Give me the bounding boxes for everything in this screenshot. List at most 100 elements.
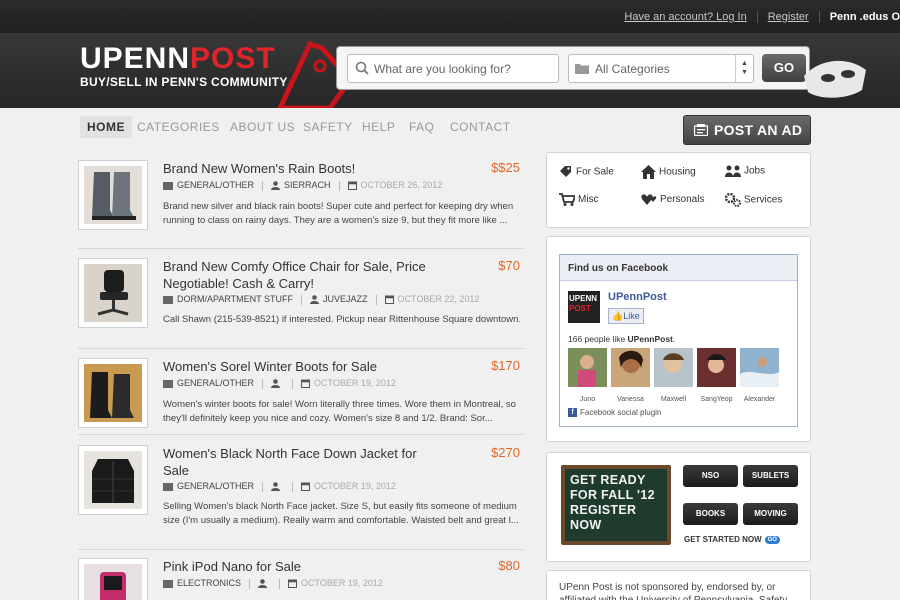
facebook-header: Find us on Facebook — [560, 255, 797, 281]
listing-thumbnail[interactable] — [78, 258, 148, 328]
category-select[interactable]: All Categories ▲ ▼ — [568, 54, 754, 83]
register-link[interactable]: Register — [768, 11, 809, 23]
moving-button[interactable]: MOVING — [743, 503, 798, 525]
category-services[interactable]: Services — [724, 192, 782, 207]
nav-home[interactable]: HOME — [80, 116, 132, 138]
divider — [292, 378, 294, 389]
nav-help[interactable]: HELP — [362, 116, 395, 138]
listing-thumbnail[interactable] — [78, 358, 148, 428]
listing-price: $270 — [491, 445, 520, 460]
category-misc[interactable]: Misc — [559, 193, 599, 206]
winter-boots-image — [84, 364, 142, 422]
hearts-icon — [641, 194, 657, 205]
listing-date: OCTOBER 22, 2012 — [397, 294, 480, 304]
avatar — [568, 348, 607, 387]
category-housing[interactable]: Housing — [641, 165, 696, 179]
site-logo[interactable]: UPENNPOST BUY/SELL IN PENN'S COMMUNITY — [80, 44, 288, 90]
category-jobs[interactable]: Jobs — [725, 165, 765, 177]
nav-categories[interactable]: CATEGORIES — [137, 116, 220, 138]
listing-title[interactable]: Pink iPod Nano for Sale — [163, 558, 443, 575]
facebook-icon: f — [568, 408, 577, 418]
like-count-suffix: . — [672, 334, 676, 344]
facebook-fan[interactable]: Maxwell — [654, 348, 693, 403]
like-count-text: 166 people like — [568, 334, 628, 344]
facebook-page-logo[interactable]: UPENN POST — [568, 291, 600, 323]
listing-item[interactable]: Women's Black North Face Down Jacket for… — [78, 445, 524, 550]
post-ad-button[interactable]: POST AN AD — [683, 115, 811, 145]
divider — [279, 578, 281, 589]
fan-name: SangYeop — [700, 396, 733, 403]
folder-icon — [575, 64, 589, 74]
top-bar: Have an account? Log In Register Penn .edu… — [0, 0, 900, 34]
facebook-fan[interactable]: SangYeop — [697, 348, 736, 403]
sublets-button[interactable]: SUBLETS — [743, 465, 798, 487]
nav-contact[interactable]: CONTACT — [450, 116, 511, 138]
category-personals[interactable]: Personals — [641, 193, 704, 206]
plugin-label: Facebook social plugin — [580, 408, 662, 417]
listing-price: $$25 — [491, 160, 520, 175]
ipod-nano-image — [84, 564, 142, 600]
calendar-icon — [301, 482, 311, 492]
category-for-sale[interactable]: For Sale — [559, 165, 614, 179]
fan-name: Maxwell — [660, 396, 687, 403]
facebook-fan[interactable]: Alexander — [740, 348, 779, 403]
chalk-line: REGISTER — [570, 503, 637, 517]
listing-category[interactable]: GENERAL/OTHER — [177, 180, 254, 190]
listing-title[interactable]: Brand New Comfy Office Chair for Sale, P… — [163, 258, 443, 292]
listing-category[interactable]: GENERAL/OTHER — [177, 481, 254, 491]
listing-item[interactable]: Brand New Women's Rain Boots! $$25 GENER… — [78, 160, 524, 249]
people-icon — [725, 165, 741, 177]
listing-title[interactable]: Women's Sorel Winter Boots for Sale — [163, 358, 443, 375]
chalkboard-banner[interactable]: GET READY FOR FALL '12 REGISTER NOW — [561, 465, 671, 545]
books-button[interactable]: BOOKS — [683, 503, 738, 525]
nav-safety[interactable]: SAFETY — [303, 116, 353, 138]
facebook-social-plugin[interactable]: f Facebook social plugin — [568, 408, 662, 418]
cart-icon — [559, 193, 577, 206]
listing-price: $70 — [498, 258, 520, 273]
listing-user[interactable]: SIERRACH — [284, 180, 331, 190]
account-prompt: Have an account? — [624, 11, 717, 23]
listing-category[interactable]: ELECTRONICS — [177, 578, 241, 588]
listing-user[interactable]: JUVEJAZZ — [323, 294, 368, 304]
category-label: Jobs — [744, 165, 766, 177]
listing-thumbnail[interactable] — [78, 445, 148, 515]
nso-button[interactable]: NSO — [683, 465, 738, 487]
nav-about-us[interactable]: ABOUT US — [230, 116, 295, 138]
category-label: For Sale — [576, 166, 614, 178]
category-label: Personals — [660, 194, 705, 206]
search-input[interactable]: What are you looking for? — [347, 54, 559, 83]
facebook-page-name[interactable]: UPennPost — [608, 291, 667, 303]
facebook-fan[interactable]: Vanessa — [611, 348, 650, 403]
listing-thumbnail[interactable] — [78, 558, 148, 600]
house-icon — [641, 165, 656, 179]
avatar — [654, 348, 693, 387]
listing-title[interactable]: Brand New Women's Rain Boots! — [163, 160, 443, 177]
gears-icon — [724, 192, 741, 207]
chalk-line: NOW — [570, 518, 602, 532]
listing-meta: ELECTRONICS OCTOBER 19, 2012 — [163, 578, 383, 589]
disclaimer-box: UPenn Post is not sponsored by, endorsed… — [546, 570, 811, 600]
account-links: Have an account? Log In Register Penn .edu… — [624, 11, 900, 24]
listing-description: Selling Women's black North Face jacket.… — [163, 501, 519, 526]
folder-icon — [163, 181, 173, 190]
listing-item[interactable]: Women's Sorel Winter Boots for Sale $170… — [78, 358, 524, 435]
listing-item[interactable]: Pink iPod Nano for Sale $80 ELECTRONICS O… — [78, 558, 524, 600]
listing-description: Call Shawn (215-539-8521) if interested.… — [163, 314, 522, 325]
have-account-text[interactable]: Have an account? Log In — [624, 11, 746, 23]
get-started-link[interactable]: GET STARTED NOW GO — [684, 535, 780, 544]
login-link[interactable]: Log In — [716, 11, 747, 23]
listing-title[interactable]: Women's Black North Face Down Jacket for… — [163, 445, 443, 479]
disclaimer-text: UPenn Post is not sponsored by, endorsed… — [559, 582, 787, 600]
divider — [818, 11, 820, 24]
nav-faq[interactable]: FAQ — [409, 116, 435, 138]
listing-thumbnail[interactable] — [78, 160, 148, 230]
listing-category[interactable]: DORM/APARTMENT STUFF — [177, 294, 293, 304]
facebook-like-button[interactable]: 👍Like — [608, 308, 644, 324]
down-jacket-image — [84, 451, 142, 509]
listing-item[interactable]: Brand New Comfy Office Chair for Sale, P… — [78, 258, 524, 349]
get-started-go-badge: GO — [764, 535, 780, 544]
listing-category[interactable]: GENERAL/OTHER — [177, 378, 254, 388]
facebook-fan[interactable]: Juno — [568, 348, 607, 403]
fb-logo-line2: POST — [569, 304, 591, 313]
calendar-icon — [288, 579, 298, 589]
